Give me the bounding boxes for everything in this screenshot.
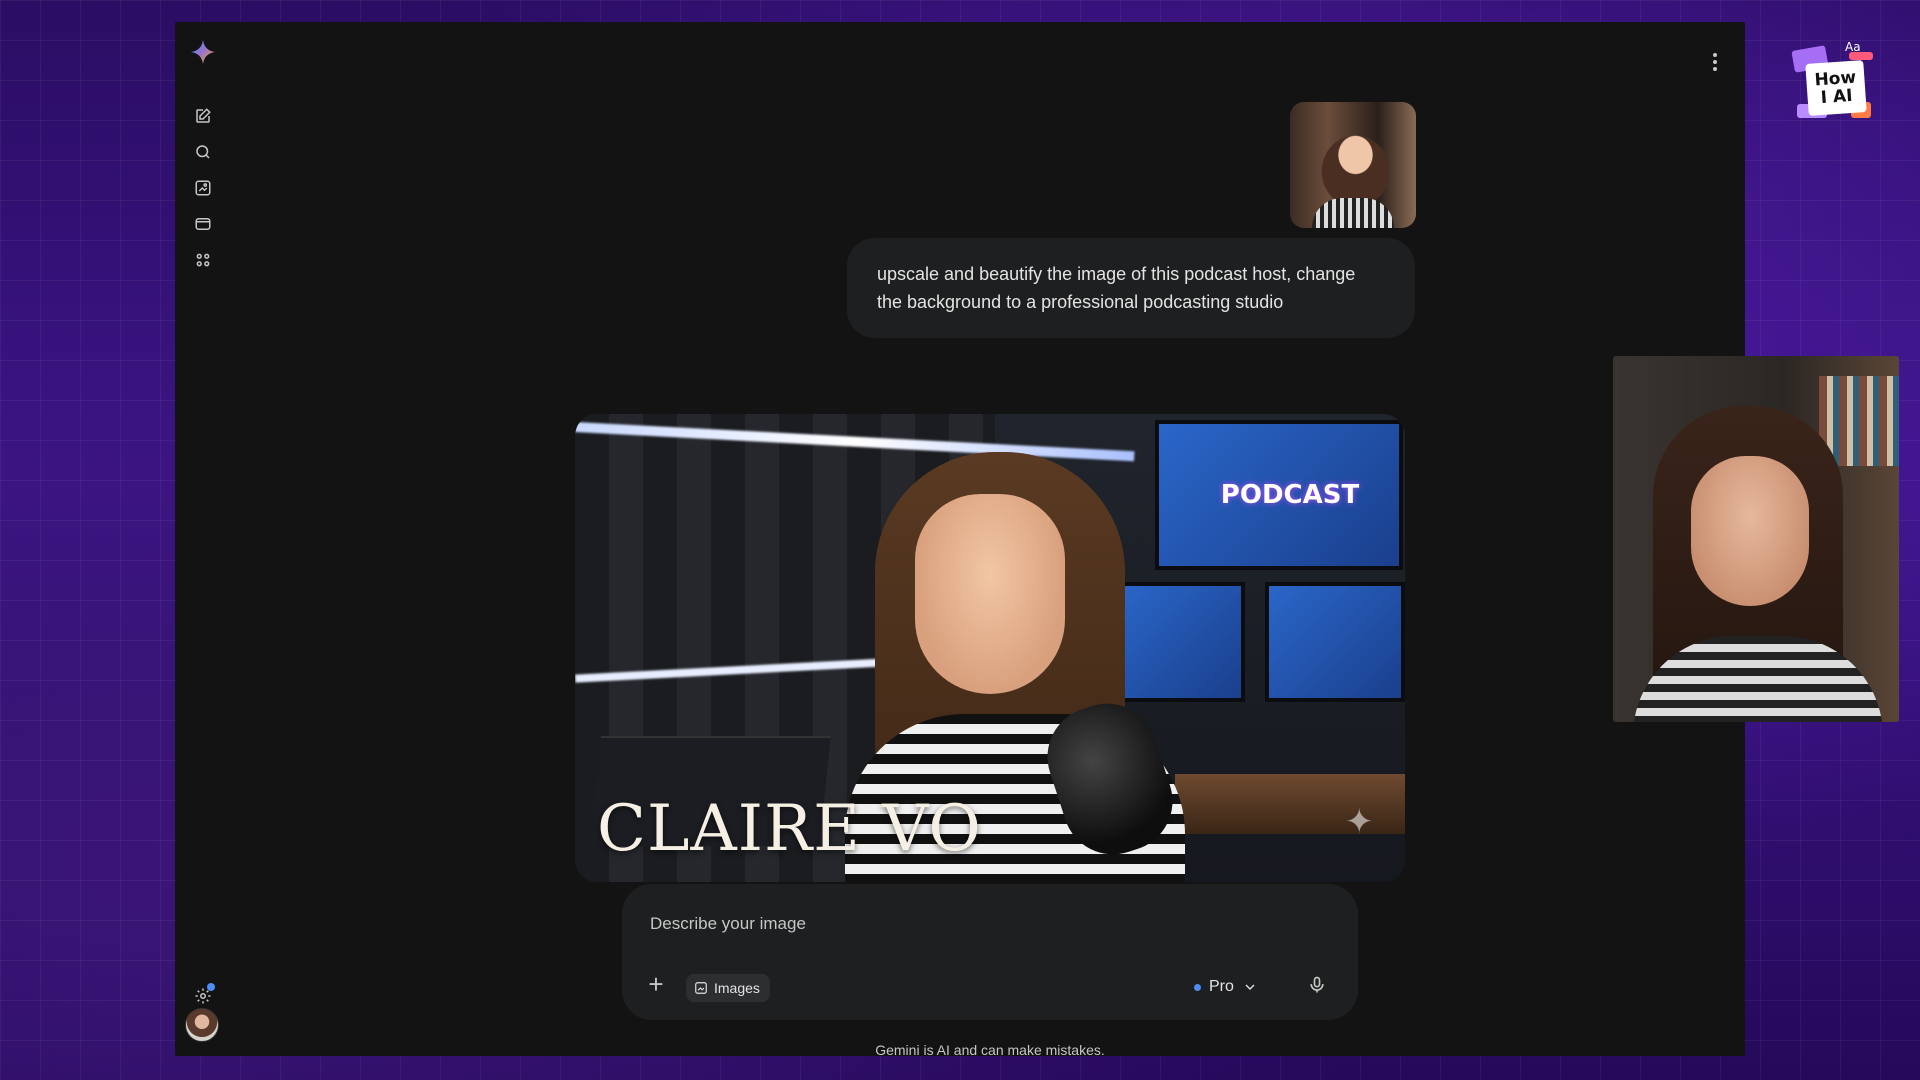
images-tool-chip[interactable]: Images	[686, 974, 770, 1002]
image-tool-icon	[695, 982, 707, 994]
more-options-icon[interactable]	[1705, 46, 1725, 78]
sparkle-icon: ✦	[1345, 803, 1374, 841]
logo-corner-text: Aa	[1845, 40, 1861, 54]
apps-icon[interactable]	[189, 246, 217, 274]
monitor-text: PODCAST	[1220, 480, 1360, 510]
disclaimer-text: Gemini is AI and can make mistakes.	[875, 1042, 1105, 1056]
chevron-down-icon	[1245, 984, 1255, 990]
generated-image[interactable]: PODCAST CLAIRE VO ✦	[575, 414, 1405, 882]
sidebar	[175, 22, 231, 1056]
video-icon[interactable]	[189, 210, 217, 238]
new-chat-icon[interactable]	[189, 102, 217, 130]
search-icon[interactable]	[189, 138, 217, 166]
prompt-input[interactable]: Describe your image	[650, 914, 806, 934]
logo-line-2: I AI	[1820, 85, 1854, 109]
model-status-dot	[1194, 983, 1201, 991]
gemini-logo-icon[interactable]	[189, 38, 217, 66]
image-caption: CLAIRE VO	[597, 792, 982, 866]
presenter-webcam	[1613, 356, 1899, 722]
prompt-composer[interactable]: Describe your image + Images Pro	[622, 884, 1358, 1020]
gemini-app-window: upscale and beautify the image of this p…	[175, 22, 1745, 1056]
model-label: Pro	[1209, 978, 1234, 995]
images-tool-label: Images	[714, 980, 760, 996]
logo-card: How I AI	[1805, 60, 1867, 116]
user-prompt-bubble: upscale and beautify the image of this p…	[847, 238, 1415, 338]
how-i-ai-logo: Aa How I AI	[1791, 40, 1883, 124]
notification-dot	[207, 983, 215, 991]
add-attachment-icon[interactable]: +	[640, 968, 672, 1000]
settings-icon[interactable]	[189, 982, 217, 1010]
image-gallery-icon[interactable]	[189, 174, 217, 202]
microphone-icon[interactable]	[1302, 970, 1332, 1000]
model-selector[interactable]: Pro	[1194, 972, 1258, 1002]
uploaded-image-thumbnail[interactable]	[1290, 102, 1416, 228]
user-avatar[interactable]	[185, 1008, 219, 1042]
